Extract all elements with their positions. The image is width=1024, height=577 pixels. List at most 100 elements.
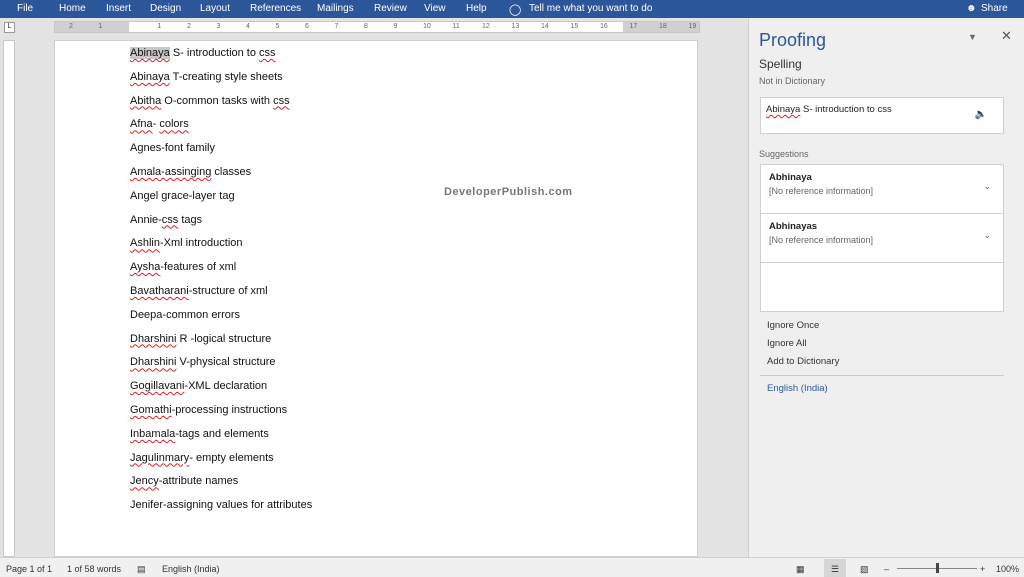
read-mode-icon[interactable]: ▦ xyxy=(796,564,805,575)
ribbon: File Home Insert Design Layout References Mail… xyxy=(0,0,1024,18)
status-bar: Page 1 of 1 1 of 58 words ▤ English (Ind… xyxy=(0,557,1024,577)
misspelled-word[interactable]: Bavatharani xyxy=(130,285,189,297)
language-status[interactable]: English (India) xyxy=(162,564,220,574)
text-run[interactable]: V-physical structure xyxy=(176,356,276,368)
document-line[interactable]: Abinaya S- introduction to css xyxy=(130,47,276,59)
tab-home[interactable]: Home xyxy=(59,3,86,14)
tell-me-search[interactable]: Tell me what you want to do xyxy=(529,3,652,14)
tab-insert[interactable]: Insert xyxy=(106,3,131,14)
document-line[interactable]: Jency-attribute names xyxy=(130,475,238,487)
page-count[interactable]: Page 1 of 1 xyxy=(6,564,52,574)
document-line[interactable]: Bavatharani-structure of xml xyxy=(130,285,268,297)
text-run[interactable]: -XML declaration xyxy=(184,380,267,392)
misspelled-word[interactable]: css xyxy=(259,47,276,59)
text-run[interactable]: Agnes-font family xyxy=(130,142,215,154)
ignore-all-button[interactable]: Ignore All xyxy=(767,338,807,349)
document-line[interactable]: Inbamala-tags and elements xyxy=(130,428,269,440)
misspelled-word[interactable]: Dharshini xyxy=(130,333,176,345)
misspelled-word[interactable]: css xyxy=(162,214,179,226)
text-run[interactable]: - empty elements xyxy=(189,452,273,464)
suggestion-item[interactable]: Abhinaya [No reference information] ⌄ xyxy=(761,165,1003,214)
document-line[interactable]: Gogillavani-XML declaration xyxy=(130,380,267,392)
misspelled-word[interactable]: Gomathi xyxy=(130,404,172,416)
document-line[interactable]: Abinaya T-creating style sheets xyxy=(130,71,283,83)
text-run[interactable]: Annie- xyxy=(130,214,162,226)
text-run[interactable]: -processing instructions xyxy=(172,404,288,416)
zoom-level[interactable]: 100% xyxy=(996,564,1019,574)
ignore-once-button[interactable]: Ignore Once xyxy=(767,320,819,331)
misspelled-word[interactable]: css xyxy=(273,95,290,107)
misspelled-word[interactable]: Inbamala xyxy=(130,428,175,440)
document-line[interactable]: Abitha O-common tasks with css xyxy=(130,95,290,107)
document-line[interactable]: Deepa-common errors xyxy=(130,309,240,321)
text-run[interactable]: Angel grace-layer tag xyxy=(130,190,235,202)
document-line[interactable]: Jagulinmary- empty elements xyxy=(130,452,274,464)
text-run[interactable]: -structure of xml xyxy=(189,285,268,297)
text-run[interactable]: -Xml introduction xyxy=(160,237,243,249)
text-run[interactable]: -tags and elements xyxy=(175,428,269,440)
document-line[interactable]: Ashlin-Xml introduction xyxy=(130,237,243,249)
document-page[interactable]: Abinaya S- introduction to css Abinaya T-… xyxy=(54,40,698,557)
tab-review[interactable]: Review xyxy=(374,3,407,14)
suggestion-item[interactable]: Abhinayas [No reference information] ⌄ xyxy=(761,214,1003,263)
text-run[interactable]: Jenifer-assigning values for attributes xyxy=(130,499,312,511)
pane-title: Proofing xyxy=(759,30,827,50)
text-run[interactable]: R -logical structure xyxy=(176,333,272,345)
misspelled-word[interactable]: Aysha xyxy=(130,261,160,273)
close-icon[interactable]: ✕ xyxy=(1001,28,1012,44)
misspelled-word[interactable]: colors xyxy=(159,118,188,130)
tab-view[interactable]: View xyxy=(424,3,446,14)
misspelled-word[interactable]: Jency xyxy=(130,475,159,487)
zoom-in-button[interactable]: + xyxy=(980,564,985,574)
misspelled-word[interactable]: Dharshini xyxy=(130,356,176,368)
tab-file[interactable]: File xyxy=(17,3,33,14)
text-run[interactable]: T-creating style sheets xyxy=(170,71,283,83)
document-line[interactable]: Agnes-font family xyxy=(130,142,215,154)
misspelled-word[interactable]: Abinaya xyxy=(130,47,170,59)
print-layout-icon[interactable]: ☰ xyxy=(824,559,846,577)
chevron-down-icon[interactable]: ⌄ xyxy=(983,230,991,241)
misspelled-word[interactable]: Amala-assinging xyxy=(130,166,211,178)
speaker-icon[interactable]: 🔈 xyxy=(975,109,987,120)
zoom-out-button[interactable]: – xyxy=(884,564,889,574)
text-run[interactable]: tags xyxy=(178,214,202,226)
tab-design[interactable]: Design xyxy=(150,3,181,14)
text-run[interactable]: -attribute names xyxy=(159,475,238,487)
text-run[interactable]: classes xyxy=(211,166,251,178)
document-line[interactable]: Dharshini R -logical structure xyxy=(130,333,271,345)
web-layout-icon[interactable]: ▧ xyxy=(860,564,869,575)
misspelled-word[interactable]: Gogillavani xyxy=(130,380,184,392)
chevron-down-icon[interactable]: ⌄ xyxy=(983,181,991,192)
language-link[interactable]: English (India) xyxy=(767,383,828,394)
document-line[interactable]: Dharshini V-physical structure xyxy=(130,356,276,368)
proofing-status-icon[interactable]: ▤ xyxy=(137,564,146,575)
document-line[interactable]: Amala-assinging classes xyxy=(130,166,251,178)
document-line[interactable]: Afna- colors xyxy=(130,118,189,130)
misspelled-word[interactable]: Ashlin xyxy=(130,237,160,249)
text-run[interactable]: -features of xml xyxy=(160,261,236,273)
tab-references[interactable]: References xyxy=(250,3,301,14)
document-line[interactable]: Jenifer-assigning values for attributes xyxy=(130,499,312,511)
document-line[interactable]: Aysha-features of xml xyxy=(130,261,236,273)
document-line[interactable]: Annie-css tags xyxy=(130,214,202,226)
add-to-dictionary-button[interactable]: Add to Dictionary xyxy=(767,356,839,367)
text-run[interactable]: O-common tasks with xyxy=(161,95,273,107)
misspelled-word[interactable]: Jagulinmary xyxy=(130,452,189,464)
vertical-ruler[interactable] xyxy=(3,40,15,557)
tab-selector[interactable]: L xyxy=(4,22,15,33)
zoom-slider-thumb[interactable] xyxy=(935,563,939,573)
tab-layout[interactable]: Layout xyxy=(200,3,230,14)
misspelled-word[interactable]: Afna xyxy=(130,118,153,130)
misspelled-word[interactable]: Abitha xyxy=(130,95,161,107)
share-button[interactable]: Share xyxy=(981,3,1008,14)
horizontal-ruler[interactable]: 2 1 1 2 3 4 5 6 7 8 9 10 11 12 13 14 15 16 17 18 19 xyxy=(54,21,700,33)
pane-options-icon[interactable]: ▼ xyxy=(968,32,977,42)
word-count[interactable]: 1 of 58 words xyxy=(67,564,121,574)
misspelled-word[interactable]: Abinaya xyxy=(130,71,170,83)
tab-help[interactable]: Help xyxy=(466,3,487,14)
text-run[interactable]: Deepa-common errors xyxy=(130,309,240,321)
document-line[interactable]: Angel grace-layer tag xyxy=(130,190,235,202)
text-run[interactable]: S- introduction to xyxy=(170,47,259,59)
tab-mailings[interactable]: Mailings xyxy=(317,3,354,14)
document-line[interactable]: Gomathi-processing instructions xyxy=(130,404,287,416)
